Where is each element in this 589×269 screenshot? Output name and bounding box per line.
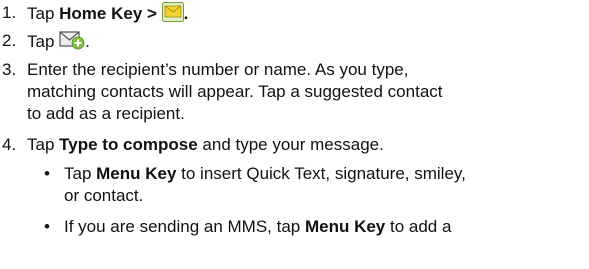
bullet-text: If you are sending an MMS, tap Menu Key … xyxy=(64,217,452,236)
step-text: Tap Type to compose and type your messag… xyxy=(27,135,384,154)
bullet-dot: • xyxy=(44,164,50,183)
step-text: Tap Home Key > . xyxy=(27,2,582,28)
step-line: matching contacts will appear. Tap a sug… xyxy=(27,82,443,101)
step-number: 1. xyxy=(2,3,17,22)
step-text: Tap . xyxy=(27,30,582,56)
step-number: 4. xyxy=(2,135,17,154)
new-message-icon xyxy=(59,30,85,56)
step-bold: Type to compose xyxy=(59,135,198,154)
step-number: 3. xyxy=(2,60,17,79)
messaging-envelope-icon xyxy=(161,2,184,28)
step-number: 2. xyxy=(2,31,17,50)
step-bold: Home Key > xyxy=(59,4,157,23)
bullet-text: Tap Menu Key to insert Quick Text, signa… xyxy=(64,164,466,205)
bullet-bold: Menu Key xyxy=(304,217,386,236)
bullet-dot: • xyxy=(44,217,50,236)
bullet-bold: Menu Key xyxy=(96,164,177,183)
step-line: to add as a recipient. xyxy=(27,104,185,123)
step-line: Enter the recipient’s number or name. As… xyxy=(27,60,409,79)
step-text: Enter the recipient’s number or name. As… xyxy=(27,59,582,125)
